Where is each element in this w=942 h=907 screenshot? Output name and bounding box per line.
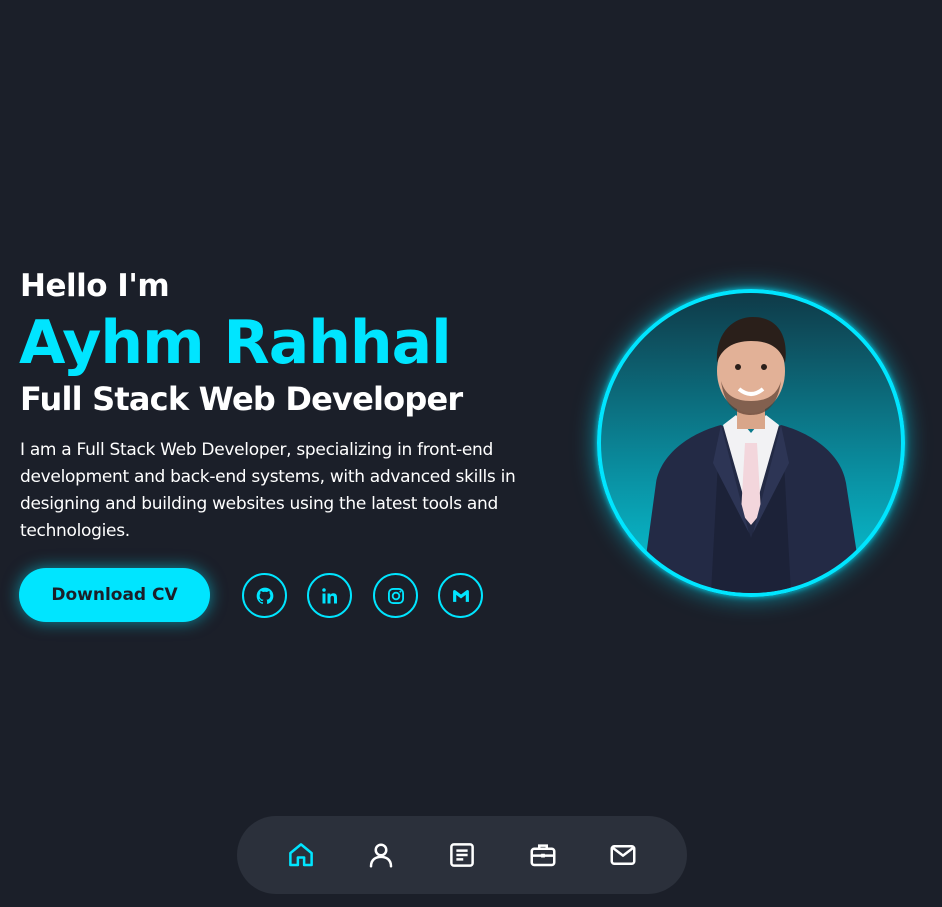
linkedin-icon [321,587,337,603]
github-link[interactable] [242,573,287,618]
instagram-link[interactable] [373,573,418,618]
profile-photo [597,289,905,597]
developer-name: Ayhm Rahhal [19,308,452,378]
nav-about[interactable] [363,837,399,873]
gmail-icon [452,589,469,602]
greeting-text: Hello I'm [20,268,170,304]
github-icon [256,587,273,604]
profile-photo-illustration [641,317,863,593]
gmail-link[interactable] [438,573,483,618]
bio-paragraph: I am a Full Stack Web Developer, special… [20,440,516,541]
briefcase-icon [530,844,556,867]
portfolio-page: Hello I'm Ayhm Rahhal Full Stack Web Dev… [0,0,942,907]
linkedin-link[interactable] [307,573,352,618]
bottom-nav-dock [237,816,687,894]
nav-contact[interactable] [605,837,641,873]
instagram-icon [387,587,404,604]
article-icon [450,843,474,867]
user-icon [369,843,393,868]
download-cv-button[interactable]: Download CV [19,568,210,622]
job-title: Full Stack Web Developer [20,380,463,418]
mail-icon [610,845,636,865]
nav-resume[interactable] [444,837,480,873]
nav-home[interactable] [283,837,319,873]
home-icon [289,843,313,867]
nav-portfolio[interactable] [525,837,561,873]
